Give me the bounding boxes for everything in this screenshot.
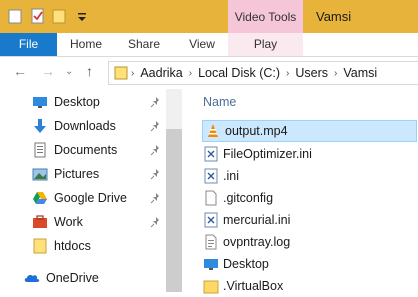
list-item[interactable]: Desktop <box>203 253 418 275</box>
file-name: Desktop <box>223 257 269 271</box>
tab-home[interactable]: Home <box>64 33 108 56</box>
navigation-scrollbar-thumb[interactable] <box>166 129 182 292</box>
log-file-icon <box>205 234 217 250</box>
download-icon <box>34 119 46 133</box>
folder-icon <box>33 238 47 254</box>
pin-icon[interactable] <box>150 120 162 132</box>
breadcrumb-separator-icon[interactable]: › <box>131 68 134 79</box>
list-item[interactable]: .VirtualBox <box>203 275 418 297</box>
column-header-name[interactable]: Name <box>203 95 236 109</box>
folder-icon[interactable] <box>8 8 24 24</box>
address-bar[interactable]: › Aadrika › Local Disk (C:) › Users › Va… <box>108 61 418 85</box>
properties-icon[interactable] <box>30 8 46 24</box>
nav-item-label: Work <box>54 215 83 229</box>
navigation-bar: ← → ⌄ ↑ › Aadrika › Local Disk (C:) › Us… <box>0 57 418 89</box>
breadcrumb-users[interactable]: Users <box>295 66 328 80</box>
ini-file-icon <box>204 212 218 228</box>
list-item[interactable]: mercurial.ini <box>203 209 418 231</box>
pin-icon[interactable] <box>150 192 162 204</box>
breadcrumb-aadrika[interactable]: Aadrika <box>140 66 182 80</box>
breadcrumb-separator-icon[interactable]: › <box>286 68 289 79</box>
ini-file-icon <box>204 146 218 162</box>
forward-arrow-icon[interactable]: → <box>41 63 55 79</box>
desktop-icon <box>33 97 47 108</box>
file-list: Name output.mp4 FileOptimizer.ini .ini .… <box>182 89 418 294</box>
ini-file-icon <box>204 168 218 184</box>
list-item[interactable]: .gitconfig <box>203 187 418 209</box>
pictures-icon <box>32 168 48 181</box>
nav-item-htdocs[interactable]: htdocs <box>32 235 172 257</box>
pin-icon[interactable] <box>150 216 162 228</box>
onedrive-icon <box>24 274 40 282</box>
list-item[interactable]: .ini <box>203 165 418 187</box>
pin-icon[interactable] <box>150 96 162 108</box>
tab-play[interactable]: Play <box>228 33 303 56</box>
nav-item-label: htdocs <box>54 239 91 253</box>
list-item[interactable]: output.mp4 <box>202 120 417 142</box>
list-item[interactable]: FileOptimizer.ini <box>203 143 418 165</box>
briefcase-icon <box>33 215 47 228</box>
nav-item-label: Downloads <box>54 119 116 133</box>
breadcrumb-separator-icon[interactable]: › <box>189 68 192 79</box>
desktop-folder-icon <box>204 259 218 270</box>
back-arrow-icon[interactable]: ← <box>13 63 27 79</box>
google-drive-icon <box>33 192 47 204</box>
ribbon-tabs: File Home Share View Play <box>0 33 418 57</box>
file-name: .ini <box>223 169 239 183</box>
tab-view[interactable]: View <box>180 33 224 56</box>
tab-file[interactable]: File <box>0 33 57 56</box>
nav-item-onedrive[interactable]: OneDrive <box>24 267 164 289</box>
nav-item-label: Google Drive <box>54 191 127 205</box>
nav-item-label: Pictures <box>54 167 100 181</box>
navigation-pane: Desktop Downloads Documents Pictures Goo… <box>0 89 182 292</box>
video-tools-context-label: Video Tools <box>228 0 303 33</box>
title-bar: Video Tools Vamsi <box>0 0 418 33</box>
file-name: ovpntray.log <box>223 235 291 249</box>
nav-item-label: Desktop <box>54 95 100 109</box>
file-name: .gitconfig <box>223 191 274 205</box>
vlc-icon <box>208 124 218 137</box>
recent-locations-chevron-icon[interactable]: ⌄ <box>65 66 73 77</box>
breadcrumb-local-disk[interactable]: Local Disk (C:) <box>198 66 280 80</box>
new-folder-icon[interactable] <box>52 8 68 24</box>
breadcrumb-vamsi[interactable]: Vamsi <box>343 66 377 80</box>
file-name: output.mp4 <box>225 124 288 138</box>
file-icon <box>205 190 217 206</box>
file-name: .VirtualBox <box>223 279 284 293</box>
tab-share[interactable]: Share <box>122 33 166 56</box>
folder-icon <box>114 66 128 80</box>
pin-icon[interactable] <box>150 144 162 156</box>
list-item[interactable]: ovpntray.log <box>203 231 418 253</box>
documents-icon <box>34 142 46 158</box>
customize-quick-access-icon[interactable] <box>74 8 90 24</box>
breadcrumb-separator-icon[interactable]: › <box>334 68 337 79</box>
window-title: Vamsi <box>316 9 352 24</box>
file-name: mercurial.ini <box>223 213 291 227</box>
pin-icon[interactable] <box>150 168 162 180</box>
nav-item-label: Documents <box>54 143 118 157</box>
file-name: FileOptimizer.ini <box>223 147 312 161</box>
up-arrow-icon[interactable]: ↑ <box>86 63 93 79</box>
nav-item-label: OneDrive <box>46 271 99 285</box>
